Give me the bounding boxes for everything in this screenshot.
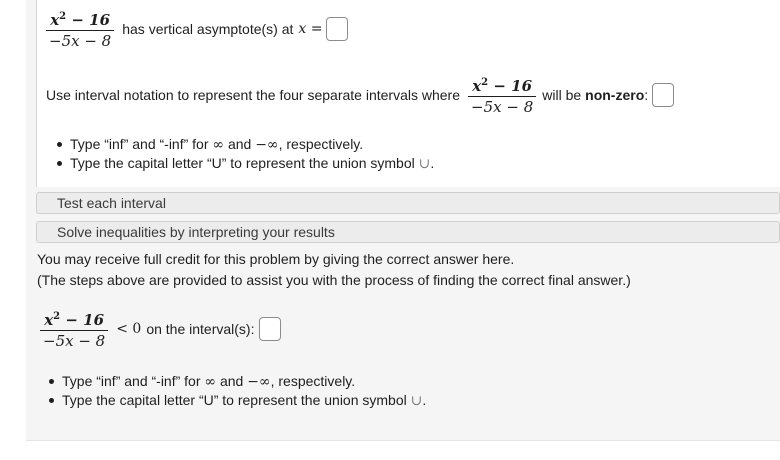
asymptote-answer-input[interactable] xyxy=(326,17,349,41)
rational-fraction-3: x2 − 16 −5x − 8 xyxy=(40,308,109,350)
hint-inf-2: Type “inf” and “-inf” for ∞ and −∞, resp… xyxy=(46,372,426,391)
less-than-zero: < 0 xyxy=(116,321,142,337)
rational-fraction: x2 − 16 −5x − 8 xyxy=(46,8,115,50)
test-each-interval-toggle[interactable]: Test each interval xyxy=(36,192,780,214)
non-zero-bold: non-zero xyxy=(585,87,645,103)
hints-top: Type “inf” and “-inf” for ∞ and −∞, resp… xyxy=(54,135,434,173)
intervals-row: Use interval notation to represent the f… xyxy=(46,74,675,116)
colon: : xyxy=(644,87,649,103)
hint-union-2: Type the capital letter “U” to represent… xyxy=(46,391,426,410)
final-text: on the interval(s): xyxy=(146,321,255,337)
rational-fraction-2: x2 − 16 −5x − 8 xyxy=(468,74,537,116)
asymptote-text: has vertical asymptote(s) at xyxy=(122,21,294,37)
will-be-text: will be xyxy=(542,87,582,103)
asymptote-row: x2 − 16 −5x − 8 has vertical asymptote(s… xyxy=(46,8,349,50)
intervals-answer-input[interactable] xyxy=(652,83,675,107)
final-answer-input[interactable] xyxy=(258,317,281,341)
intervals-text: Use interval notation to represent the f… xyxy=(46,87,461,103)
asymptote-var: x = xyxy=(298,21,323,37)
credit-line-1: You may receive full credit for this pro… xyxy=(37,251,515,267)
final-row: x2 − 16 −5x − 8 < 0 on the interval(s): xyxy=(40,308,281,350)
hints-bottom: Type “inf” and “-inf” for ∞ and −∞, resp… xyxy=(46,372,426,410)
hint-inf: Type “inf” and “-inf” for ∞ and −∞, resp… xyxy=(54,135,434,154)
hint-union: Type the capital letter “U” to represent… xyxy=(54,154,434,173)
credit-line-2: (The steps above are provided to assist … xyxy=(37,272,631,288)
solve-inequalities-toggle[interactable]: Solve inequalities by interpreting your … xyxy=(36,221,780,243)
